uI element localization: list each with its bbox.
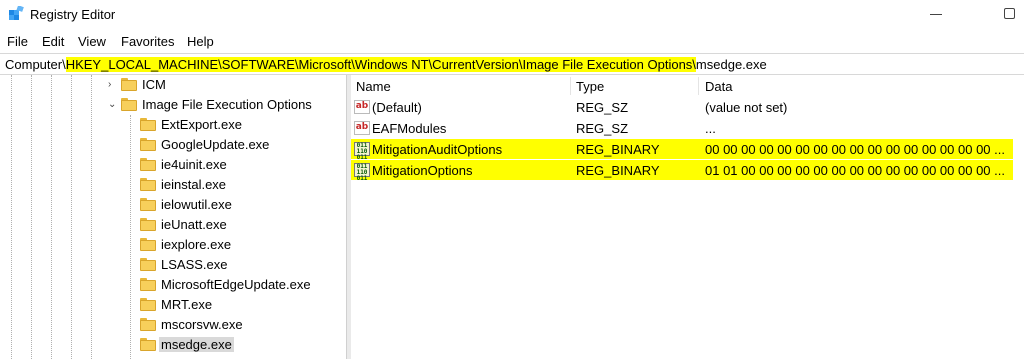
list-row[interactable]: 011 110 011 MitigationAuditOptions REG_BINAR… xyxy=(351,139,1013,161)
tree-item-label[interactable]: ielowutil.exe xyxy=(159,197,234,212)
tree-item[interactable]: ieinstal.exe xyxy=(0,175,346,195)
window-title: Registry Editor xyxy=(30,7,116,22)
value-name: (Default) xyxy=(372,100,422,115)
folder-icon xyxy=(140,198,156,211)
minimize-icon[interactable] xyxy=(930,14,942,15)
folder-icon xyxy=(140,238,156,251)
tree-item-label[interactable]: iexplore.exe xyxy=(159,237,233,252)
tree-item-label[interactable]: msedge.exe xyxy=(159,337,234,352)
column-header-data[interactable]: Data xyxy=(705,79,732,94)
chevron-right-icon[interactable]: › xyxy=(108,79,118,90)
list-row[interactable]: 011 110 011 MitigationOptions REG_BINARY 01 0… xyxy=(351,160,1013,182)
value-name: EAFModules xyxy=(372,121,447,136)
tree-item[interactable]: ie4uinit.exe xyxy=(0,155,346,175)
tree-pane[interactable]: › ICM ⌄ Image File Execution Options ExtExpo… xyxy=(0,75,346,359)
tree-item[interactable]: MicrosoftEdgeUpdate.exe xyxy=(0,275,346,295)
folder-icon xyxy=(121,78,137,91)
column-divider[interactable] xyxy=(698,77,699,95)
address-highlighted: HKEY_LOCAL_MACHINE\SOFTWARE\Microsoft\Wi… xyxy=(65,57,696,72)
tree-item-label[interactable]: GoogleUpdate.exe xyxy=(159,137,271,152)
menu-help[interactable]: Help xyxy=(187,34,214,49)
maximize-icon[interactable] xyxy=(1004,8,1015,19)
list-row[interactable]: ab EAFModules REG_SZ... xyxy=(351,118,1013,138)
registry-editor-icon xyxy=(9,6,24,20)
tree-item[interactable]: GoogleUpdate.exe xyxy=(0,135,346,155)
value-type: REG_BINARY xyxy=(576,142,660,157)
binary-value-icon: 011 110 011 xyxy=(354,142,370,161)
value-type: REG_SZ xyxy=(576,100,629,115)
folder-icon xyxy=(140,178,156,191)
folder-icon xyxy=(140,318,156,331)
folder-icon xyxy=(140,258,156,271)
tree-item-label[interactable]: ieinstal.exe xyxy=(159,177,228,192)
value-type: REG_SZ xyxy=(576,121,629,136)
menu-favorites[interactable]: Favorites xyxy=(121,34,174,49)
address-prefix: Computer\ xyxy=(5,57,66,72)
folder-icon xyxy=(121,98,137,111)
tree-item[interactable]: iexplore.exe xyxy=(0,235,346,255)
tree-item[interactable]: ExtExport.exe xyxy=(0,115,346,135)
menu-file[interactable]: File xyxy=(7,34,28,49)
column-header-type[interactable]: Type xyxy=(576,79,604,94)
menu-edit[interactable]: Edit xyxy=(42,34,64,49)
tree-item[interactable]: ieUnatt.exe xyxy=(0,215,346,235)
value-data: ... xyxy=(705,121,716,136)
value-type: REG_BINARY xyxy=(576,163,660,178)
value-data: 01 01 00 00 00 00 00 00 00 00 00 00 00 0… xyxy=(705,163,1005,178)
address-suffix: msedge.exe xyxy=(695,57,767,72)
tree-item-label[interactable]: ieUnatt.exe xyxy=(159,217,229,232)
value-data: 00 00 00 00 00 00 00 00 00 00 00 00 00 0… xyxy=(705,142,1005,157)
folder-icon xyxy=(140,158,156,171)
tree-item[interactable]: › ICM xyxy=(0,75,346,95)
folder-icon xyxy=(140,218,156,231)
binary-value-icon: 011 110 011 xyxy=(354,163,370,182)
address-path[interactable]: Computer\HKEY_LOCAL_MACHINE\SOFTWARE\Mic… xyxy=(5,57,767,72)
value-name: MitigationAuditOptions xyxy=(372,142,503,157)
folder-icon xyxy=(140,138,156,151)
values-list[interactable]: Name Type Data ab (Default) REG_SZ (value n… xyxy=(351,75,1024,359)
address-bar[interactable]: Computer\HKEY_LOCAL_MACHINE\SOFTWARE\Mic… xyxy=(0,53,1024,75)
folder-icon xyxy=(140,338,156,351)
tree-item-label[interactable]: ie4uinit.exe xyxy=(159,157,229,172)
tree-item-label[interactable]: Image File Execution Options xyxy=(140,97,314,112)
chevron-down-icon[interactable]: ⌄ xyxy=(108,99,118,110)
value-name: MitigationOptions xyxy=(372,163,473,178)
tree-item-label[interactable]: ExtExport.exe xyxy=(159,117,244,132)
tree-item[interactable]: mscorsvw.exe xyxy=(0,315,346,335)
column-divider[interactable] xyxy=(570,77,571,95)
tree-item[interactable]: LSASS.exe xyxy=(0,255,346,275)
title-bar: Registry Editor xyxy=(0,0,1024,30)
folder-icon xyxy=(140,278,156,291)
string-value-icon: ab xyxy=(354,100,370,114)
tree-item[interactable]: MRT.exe xyxy=(0,295,346,315)
tree-item-label[interactable]: mscorsvw.exe xyxy=(159,317,245,332)
folder-icon xyxy=(140,118,156,131)
list-row[interactable]: ab (Default) REG_SZ (value not set) xyxy=(351,97,1013,117)
tree-item-label[interactable]: MicrosoftEdgeUpdate.exe xyxy=(159,277,313,292)
tree-item[interactable]: ⌄ Image File Execution Options xyxy=(0,95,346,115)
tree-item-label[interactable]: MRT.exe xyxy=(159,297,214,312)
tree-item-label[interactable]: LSASS.exe xyxy=(159,257,230,272)
menu-view[interactable]: View xyxy=(78,34,106,49)
string-value-icon: ab xyxy=(354,121,370,135)
value-data: (value not set) xyxy=(705,100,788,115)
tree-item[interactable]: ielowutil.exe xyxy=(0,195,346,215)
folder-icon xyxy=(140,298,156,311)
tree-item[interactable]: msedge.exe xyxy=(0,335,346,355)
column-header-name[interactable]: Name xyxy=(356,79,391,94)
tree-item-label[interactable]: ICM xyxy=(140,77,168,92)
menu-bar: File Edit View Favorites Help xyxy=(0,32,1024,52)
